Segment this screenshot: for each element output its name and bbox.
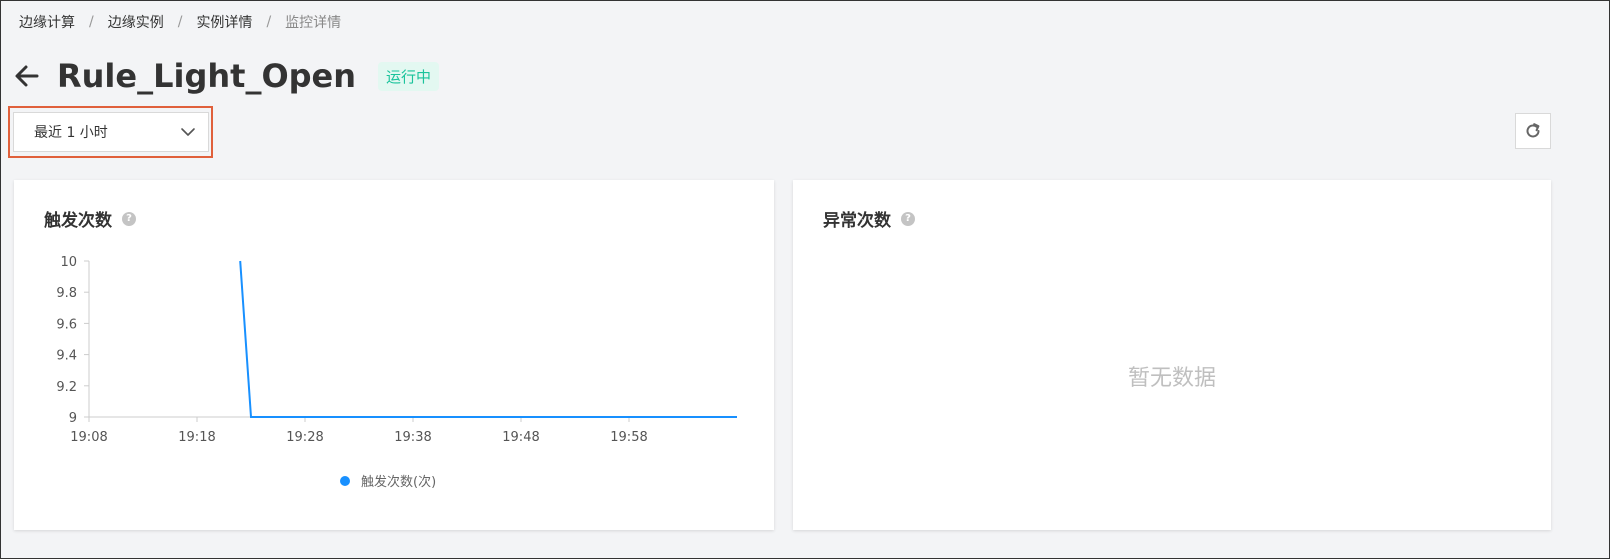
title-row: Rule_Light_Open 运行中: [13, 57, 440, 95]
x-tick-label: 19:58: [610, 430, 647, 445]
y-tick-label: 9.4: [56, 349, 77, 364]
trigger-count-chart: 10 9.8 9.6 9.4 9.2 9 19:08 19:18 19:28 19:38 19:48…: [56, 255, 737, 490]
breadcrumb-edge-instances[interactable]: 边缘实例: [108, 12, 164, 32]
x-tick-label: 19:38: [394, 430, 431, 445]
app-frame: 边缘计算 / 边缘实例 / 实例详情 / 监控详情 Rule_Light_Ope…: [0, 0, 1610, 559]
y-tick-label: 9: [69, 411, 77, 426]
x-tick-label: 19:28: [286, 430, 323, 445]
error-count-title: 异常次数 ?: [823, 206, 915, 231]
error-count-title-text: 异常次数: [823, 211, 891, 231]
breadcrumb-separator: /: [89, 14, 94, 30]
y-tick-label: 10: [60, 255, 77, 270]
time-range-select[interactable]: 最近 1 小时: [13, 112, 209, 152]
x-tick-label: 19:18: [178, 430, 215, 445]
y-tick-label: 9.8: [56, 286, 77, 301]
y-tick-label: 9.2: [56, 380, 77, 395]
breadcrumb: 边缘计算 / 边缘实例 / 实例详情 / 监控详情: [19, 12, 341, 32]
help-icon[interactable]: ?: [901, 211, 915, 226]
page-title: Rule_Light_Open: [57, 57, 357, 95]
series-line-trigger-count[interactable]: [239, 260, 737, 418]
breadcrumb-separator: /: [177, 14, 183, 30]
legend-label[interactable]: 触发次数(次): [361, 474, 436, 490]
back-arrow-icon[interactable]: [13, 62, 41, 90]
breadcrumb-monitor-detail: 监控详情: [285, 15, 342, 31]
status-badge: 运行中: [378, 61, 440, 91]
refresh-icon: [1526, 123, 1540, 138]
trigger-count-card: 触发次数 ? 10 9.8 9.6 9.4 9.2 9 19:08 19:18 19:28 19:…: [14, 180, 774, 530]
legend-marker[interactable]: [340, 476, 350, 486]
chevron-down-icon: [181, 128, 195, 136]
y-tick-label: 9.6: [56, 317, 77, 332]
x-tick-label: 19:48: [502, 430, 539, 445]
empty-state-text: 暂无数据: [1127, 366, 1216, 391]
breadcrumb-edge-computing[interactable]: 边缘计算: [19, 12, 75, 32]
x-tick-label: 19:08: [70, 430, 107, 445]
breadcrumb-separator: /: [266, 14, 272, 30]
breadcrumb-instance-detail[interactable]: 实例详情: [196, 12, 252, 32]
refresh-button[interactable]: [1515, 113, 1551, 149]
time-range-value: 最近 1 小时: [34, 125, 108, 141]
error-count-card: 异常次数 ? 暂无数据: [793, 180, 1551, 530]
